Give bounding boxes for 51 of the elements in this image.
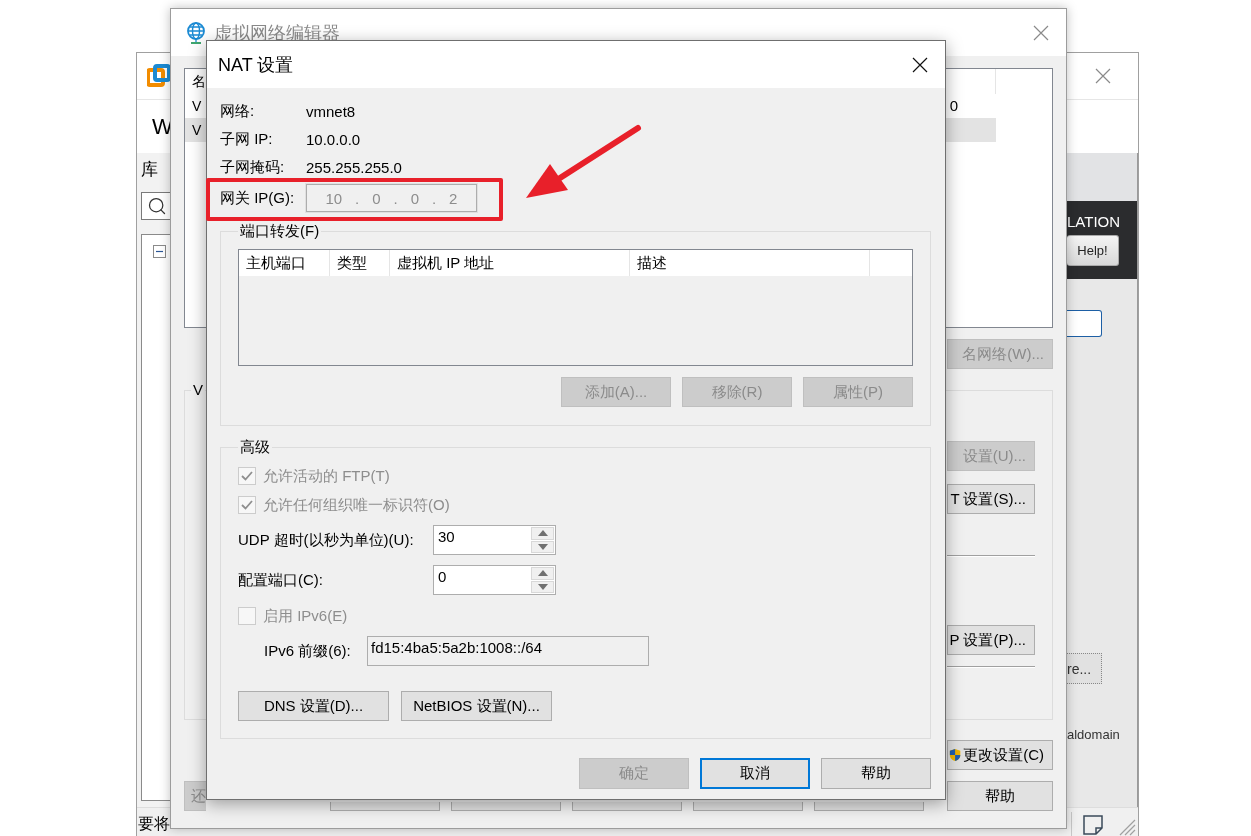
close-icon[interactable] [912,56,928,73]
info-value: vmnet8 [306,102,357,120]
group-title: 高级 [239,438,271,456]
dialog-button[interactable]: 帮助 [821,758,931,789]
settings-button[interactable]: P 设置(P)... [947,625,1035,655]
app-logo-icon [147,64,171,88]
field-label: UDP 超时(以秒为单位)(U): [238,530,415,550]
settings-button[interactable]: DNS 设置(D)... [238,691,389,721]
banner-text: LATION [1067,213,1122,231]
column-header[interactable]: 主机端口 [239,250,330,276]
checkbox-label: 启用 IPv6(E) [263,606,348,626]
dialog-button[interactable]: 取消 [700,758,810,789]
status-text: 要将 [137,814,170,834]
column-header[interactable]: 类型 [330,250,390,276]
text-field[interactable] [1067,310,1102,337]
domain-text: aldomain [1067,727,1121,742]
search-field[interactable] [141,192,171,220]
field-label: 配置端口(C): [238,570,324,590]
group-title: 端口转发(F) [239,222,321,240]
help-button[interactable]: 帮助 [947,781,1053,811]
gateway-label: 网关 IP(G): [220,188,296,208]
prefix-field[interactable]: fd15:4ba5:5a2b:1008::/64 [367,636,649,666]
column-header[interactable]: 描述 [630,250,870,276]
group-title: V [192,381,204,399]
info-value: 10.0.0.0 [306,130,362,148]
library-title: 库 [141,159,158,181]
number-spinner[interactable]: 30 [433,525,556,555]
network-value[interactable]: 0 [946,94,996,118]
settings-button[interactable]: NetBIOS 设置(N)... [401,691,552,721]
info-label: 网络: [220,101,256,121]
change-settings-button[interactable]: 更改设置(C) [947,740,1053,770]
network-name[interactable]: V [185,118,206,142]
shield-icon [949,747,962,763]
search-icon [147,196,167,216]
field-label: IPv6 前缀(6): [264,641,352,661]
globe-icon [186,21,206,44]
info-value: 255.255.255.0 [306,158,403,176]
note-icon[interactable] [1082,813,1104,836]
info-label: 子网掩码: [220,157,286,177]
help-button[interactable]: Help! [1067,235,1119,266]
network-name[interactable]: V [185,94,206,118]
number-spinner[interactable]: 0 [433,565,556,595]
column-header[interactable]: 名 [185,69,206,94]
checkbox-label: 允许任何组织唯一标识符(O) [263,495,450,515]
dialog-title: NAT 设置 [218,53,294,77]
info-label: 子网 IP: [220,129,274,149]
browse-button[interactable]: re... [1067,653,1102,684]
collapse-icon[interactable] [153,245,166,258]
settings-button[interactable]: T 设置(S)... [947,484,1035,514]
column-header[interactable]: 虚拟机 IP 地址 [390,250,630,276]
checkbox-label: 允许活动的 FTP(T) [263,466,390,486]
